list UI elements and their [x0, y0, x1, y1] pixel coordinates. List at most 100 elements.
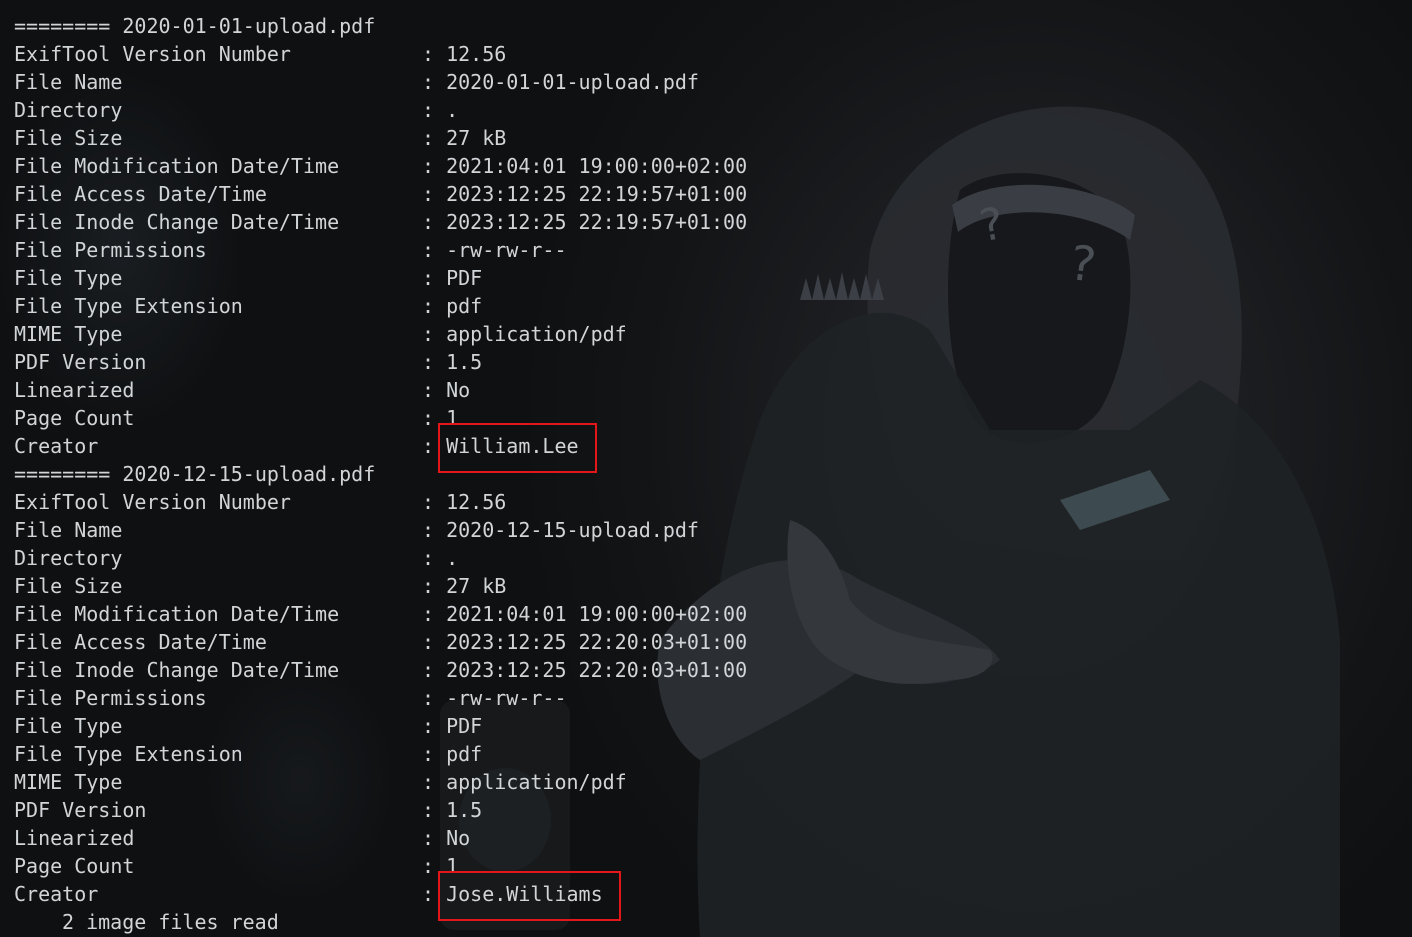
- field-row: Page Count: 1: [14, 404, 747, 432]
- field-value: -rw-rw-r--: [446, 238, 567, 262]
- field-value: 2020-01-01-upload.pdf: [446, 70, 699, 94]
- field-row: File Permissions: -rw-rw-r--: [14, 236, 747, 264]
- field-value: 12.56: [446, 490, 507, 514]
- field-separator: :: [422, 98, 447, 122]
- field-tag: ExifTool Version Number: [14, 42, 291, 66]
- field-tag: File Size: [14, 126, 123, 150]
- field-separator: :: [422, 714, 447, 738]
- creator-row: Creator: William.Lee: [14, 432, 747, 460]
- field-tag: PDF Version: [14, 798, 147, 822]
- field-separator: :: [422, 350, 447, 374]
- field-row: MIME Type: application/pdf: [14, 320, 747, 348]
- field-separator: :: [422, 658, 447, 682]
- field-tag: PDF Version: [14, 350, 147, 374]
- field-value: 1.5: [446, 350, 483, 374]
- field-value: No: [446, 378, 471, 402]
- field-row: Directory: .: [14, 544, 747, 572]
- field-tag: File Type: [14, 714, 123, 738]
- field-separator: :: [422, 70, 447, 94]
- field-tag: File Access Date/Time: [14, 630, 267, 654]
- field-row: File Name: 2020-12-15-upload.pdf: [14, 516, 747, 544]
- field-tag: ExifTool Version Number: [14, 490, 291, 514]
- field-value: PDF: [446, 714, 483, 738]
- field-row: Directory: .: [14, 96, 747, 124]
- field-tag: File Size: [14, 574, 123, 598]
- field-separator: :: [422, 826, 447, 850]
- field-tag: File Permissions: [14, 238, 207, 262]
- field-tag: Creator: [14, 434, 99, 458]
- exiftool-output: ======== 2020-01-01-upload.pdf ExifTool V…: [14, 12, 747, 936]
- field-tag: Directory: [14, 546, 123, 570]
- terminal-window[interactable]: ? ? ======== 2020-01-01-upload.pdf ExifTo…: [0, 0, 1412, 937]
- field-tag: File Inode Change Date/Time: [14, 210, 340, 234]
- creator-value-highlighted: William.Lee: [446, 434, 579, 458]
- field-value: application/pdf: [446, 770, 627, 794]
- field-tag: Page Count: [14, 406, 135, 430]
- field-value: application/pdf: [446, 322, 627, 346]
- field-tag: Linearized: [14, 826, 135, 850]
- field-value: 2023:12:25 22:20:03+01:00: [446, 630, 748, 654]
- field-separator: :: [422, 266, 447, 290]
- field-value: 2021:04:01 19:00:00+02:00: [446, 602, 748, 626]
- field-separator: :: [422, 546, 447, 570]
- field-tag: File Modification Date/Time: [14, 154, 340, 178]
- field-value: 27 kB: [446, 126, 507, 150]
- field-row: Page Count: 1: [14, 852, 747, 880]
- field-value: 2021:04:01 19:00:00+02:00: [446, 154, 748, 178]
- field-value: 12.56: [446, 42, 507, 66]
- field-row: File Size: 27 kB: [14, 124, 747, 152]
- field-row: File Type Extension: pdf: [14, 740, 747, 768]
- field-separator: :: [422, 322, 447, 346]
- field-separator: :: [422, 574, 447, 598]
- field-value: PDF: [446, 266, 483, 290]
- field-tag: File Type Extension: [14, 742, 243, 766]
- field-tag: File Inode Change Date/Time: [14, 658, 340, 682]
- field-row: PDF Version: 1.5: [14, 796, 747, 824]
- field-tag: File Access Date/Time: [14, 182, 267, 206]
- field-row: File Type: PDF: [14, 712, 747, 740]
- field-separator: :: [422, 630, 447, 654]
- field-row: File Permissions: -rw-rw-r--: [14, 684, 747, 712]
- field-row: ExifTool Version Number: 12.56: [14, 40, 747, 68]
- field-value: 2023:12:25 22:20:03+01:00: [446, 658, 748, 682]
- field-tag: Directory: [14, 98, 123, 122]
- field-row: File Inode Change Date/Time: 2023:12:25 …: [14, 656, 747, 684]
- field-row: File Type: PDF: [14, 264, 747, 292]
- field-tag: File Name: [14, 70, 123, 94]
- field-tag: File Permissions: [14, 686, 207, 710]
- field-tag: File Modification Date/Time: [14, 602, 340, 626]
- field-separator: :: [422, 602, 447, 626]
- field-separator: :: [422, 294, 447, 318]
- field-value: 1.5: [446, 798, 483, 822]
- creator-row: Creator: Jose.Williams: [14, 880, 747, 908]
- field-separator: :: [422, 210, 447, 234]
- field-separator: :: [422, 686, 447, 710]
- field-row: File Modification Date/Time: 2021:04:01 …: [14, 600, 747, 628]
- field-separator: :: [422, 770, 447, 794]
- field-row: File Size: 27 kB: [14, 572, 747, 600]
- field-value: No: [446, 826, 471, 850]
- field-value: 27 kB: [446, 574, 507, 598]
- field-row: MIME Type: application/pdf: [14, 768, 747, 796]
- field-row: File Name: 2020-01-01-upload.pdf: [14, 68, 747, 96]
- field-tag: Creator: [14, 882, 99, 906]
- field-value: 2023:12:25 22:19:57+01:00: [446, 182, 748, 206]
- field-tag: MIME Type: [14, 770, 123, 794]
- field-separator: :: [422, 378, 447, 402]
- field-value: -rw-rw-r--: [446, 686, 567, 710]
- field-value: 2023:12:25 22:19:57+01:00: [446, 210, 748, 234]
- field-row: Linearized: No: [14, 824, 747, 852]
- field-row: File Type Extension: pdf: [14, 292, 747, 320]
- field-separator: :: [422, 518, 447, 542]
- field-tag: Linearized: [14, 378, 135, 402]
- field-value: .: [446, 98, 459, 122]
- creator-value-highlighted: Jose.Williams: [446, 882, 603, 906]
- field-tag: File Name: [14, 518, 123, 542]
- field-row: File Access Date/Time: 2023:12:25 22:19:…: [14, 180, 747, 208]
- field-separator: :: [422, 182, 447, 206]
- field-row: File Modification Date/Time: 2021:04:01 …: [14, 152, 747, 180]
- field-value: pdf: [446, 742, 483, 766]
- field-separator: :: [422, 742, 447, 766]
- field-row: File Inode Change Date/Time: 2023:12:25 …: [14, 208, 747, 236]
- field-value: .: [446, 546, 459, 570]
